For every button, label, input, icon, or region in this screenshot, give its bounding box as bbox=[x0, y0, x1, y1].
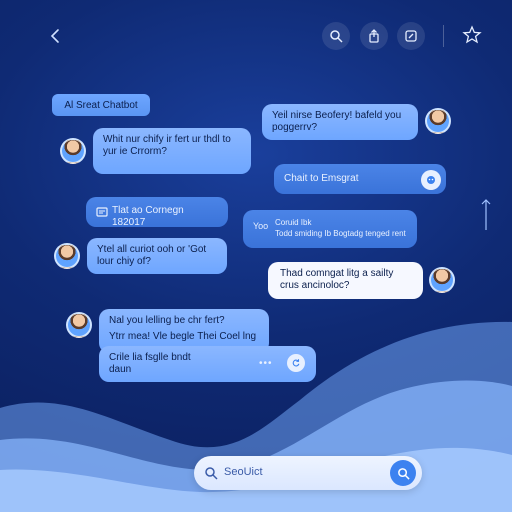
message-text: Thad comngat litg a sailty crus ancinolo… bbox=[280, 268, 394, 291]
chatbot-title-text: Al Sreat Chatbot bbox=[64, 99, 138, 111]
document-icon bbox=[96, 207, 108, 217]
typing-dots: ••• bbox=[259, 358, 273, 369]
message-action-button[interactable] bbox=[287, 354, 305, 372]
message-text: Whit nur chify ir fert ur thdl to yur ie… bbox=[103, 134, 231, 157]
message-bubble-1[interactable]: Yeil nirse Beofery! bafeld you poggerrv? bbox=[262, 104, 418, 140]
message-text: Chait to Emsgrat bbox=[284, 173, 359, 184]
edit-icon bbox=[405, 30, 417, 42]
message-bubble-6[interactable]: Ytel all curiot ooh or 'Got lour chiy of… bbox=[87, 238, 227, 274]
search-input[interactable]: SeoUict bbox=[224, 466, 263, 478]
bot-icon bbox=[427, 176, 435, 184]
avatar bbox=[425, 108, 451, 134]
message-text: Todd smiding Ib Bogtadg tenged rent bbox=[275, 229, 406, 238]
message-text: Ytrr mea! Vle begle Thei Coel lng bbox=[109, 331, 257, 342]
avatar bbox=[66, 312, 92, 338]
edit-button[interactable] bbox=[397, 22, 425, 50]
message-bubble-9[interactable]: Crile lia fsglle bndt daun ••• bbox=[99, 346, 316, 382]
search-button[interactable] bbox=[322, 22, 350, 50]
avatar bbox=[60, 138, 86, 164]
chevron-left-icon bbox=[50, 29, 59, 43]
share-icon bbox=[369, 29, 379, 43]
scroll-up-icon[interactable] bbox=[480, 198, 492, 232]
chatbot-title: Al Sreat Chatbot bbox=[52, 94, 150, 116]
search-icon bbox=[397, 467, 410, 480]
message-text: Yeil nirse Beofery! bafeld you poggerrv? bbox=[272, 110, 402, 133]
message-prefix: Yoo bbox=[253, 221, 269, 231]
back-button[interactable] bbox=[46, 26, 66, 46]
share-button[interactable] bbox=[360, 22, 388, 50]
message-bubble-7[interactable]: Thad comngat litg a sailty crus ancinolo… bbox=[268, 262, 423, 299]
message-text: Tlat ao Cornegn 182017 bbox=[112, 205, 184, 227]
bot-icon-button[interactable] bbox=[421, 170, 441, 190]
message-text: Ytel all curiot ooh or 'Got lour chiy of… bbox=[97, 244, 207, 267]
message-text: Nal you lelling be chr fert? bbox=[109, 315, 225, 326]
search-submit-button[interactable] bbox=[390, 460, 416, 486]
search-icon bbox=[205, 467, 218, 480]
favorite-button[interactable] bbox=[462, 25, 482, 45]
avatar bbox=[54, 243, 80, 269]
search-icon bbox=[330, 30, 343, 43]
avatar bbox=[429, 267, 455, 293]
toolbar-divider bbox=[443, 25, 444, 47]
search-bar[interactable]: SeoUict bbox=[194, 456, 422, 490]
message-bubble-5[interactable]: Yoo Coruid Ibk Todd smiding Ib Bogtadg t… bbox=[243, 210, 417, 248]
message-bubble-4[interactable]: Tlat ao Cornegn 182017 bbox=[86, 197, 228, 227]
star-icon bbox=[462, 25, 482, 44]
message-text: Crile lia fsglle bndt daun bbox=[109, 352, 191, 375]
message-bubble-2[interactable]: Whit nur chify ir fert ur thdl to yur ie… bbox=[93, 128, 251, 174]
refresh-icon bbox=[292, 359, 300, 367]
